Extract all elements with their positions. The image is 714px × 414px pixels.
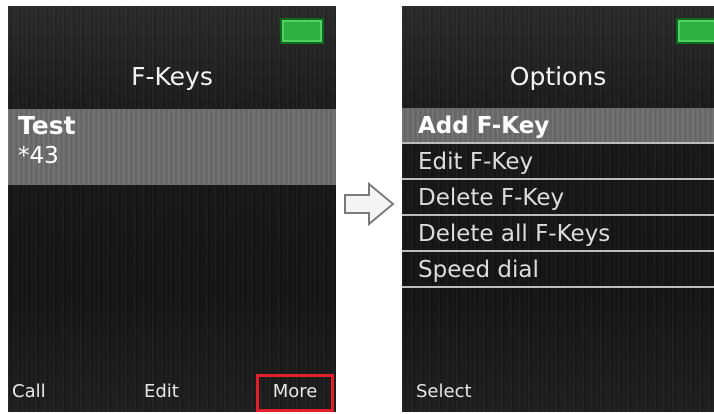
right-arrow-icon [344,182,395,226]
option-edit-fkey[interactable]: Edit F-Key [402,144,714,180]
softkey-edit[interactable]: Edit [144,374,179,412]
options-menu: Add F-Key Edit F-Key Delete F-Key Delete… [402,108,714,288]
options-screen: Options Add F-Key Edit F-Key Delete F-Ke… [402,6,714,412]
screen-title: F-Keys [131,62,213,91]
softkey-select[interactable]: Select [416,374,472,412]
battery-icon [280,18,324,44]
softkey-call[interactable]: Call [12,374,46,412]
screen-title: Options [509,62,607,91]
fkeys-screen: F-Keys Test *43 Call Edit More [8,6,336,412]
battery-icon [676,18,714,44]
option-speed-dial[interactable]: Speed dial [402,252,714,288]
fkey-name: Test [18,111,76,140]
softkey-more[interactable]: More [256,374,334,412]
option-delete-fkey[interactable]: Delete F-Key [402,180,714,216]
fkey-list-item[interactable]: Test *43 [8,109,336,185]
fkey-number: *43 [18,143,59,169]
option-add-fkey[interactable]: Add F-Key [402,108,714,144]
option-delete-all-fkeys[interactable]: Delete all F-Keys [402,216,714,252]
